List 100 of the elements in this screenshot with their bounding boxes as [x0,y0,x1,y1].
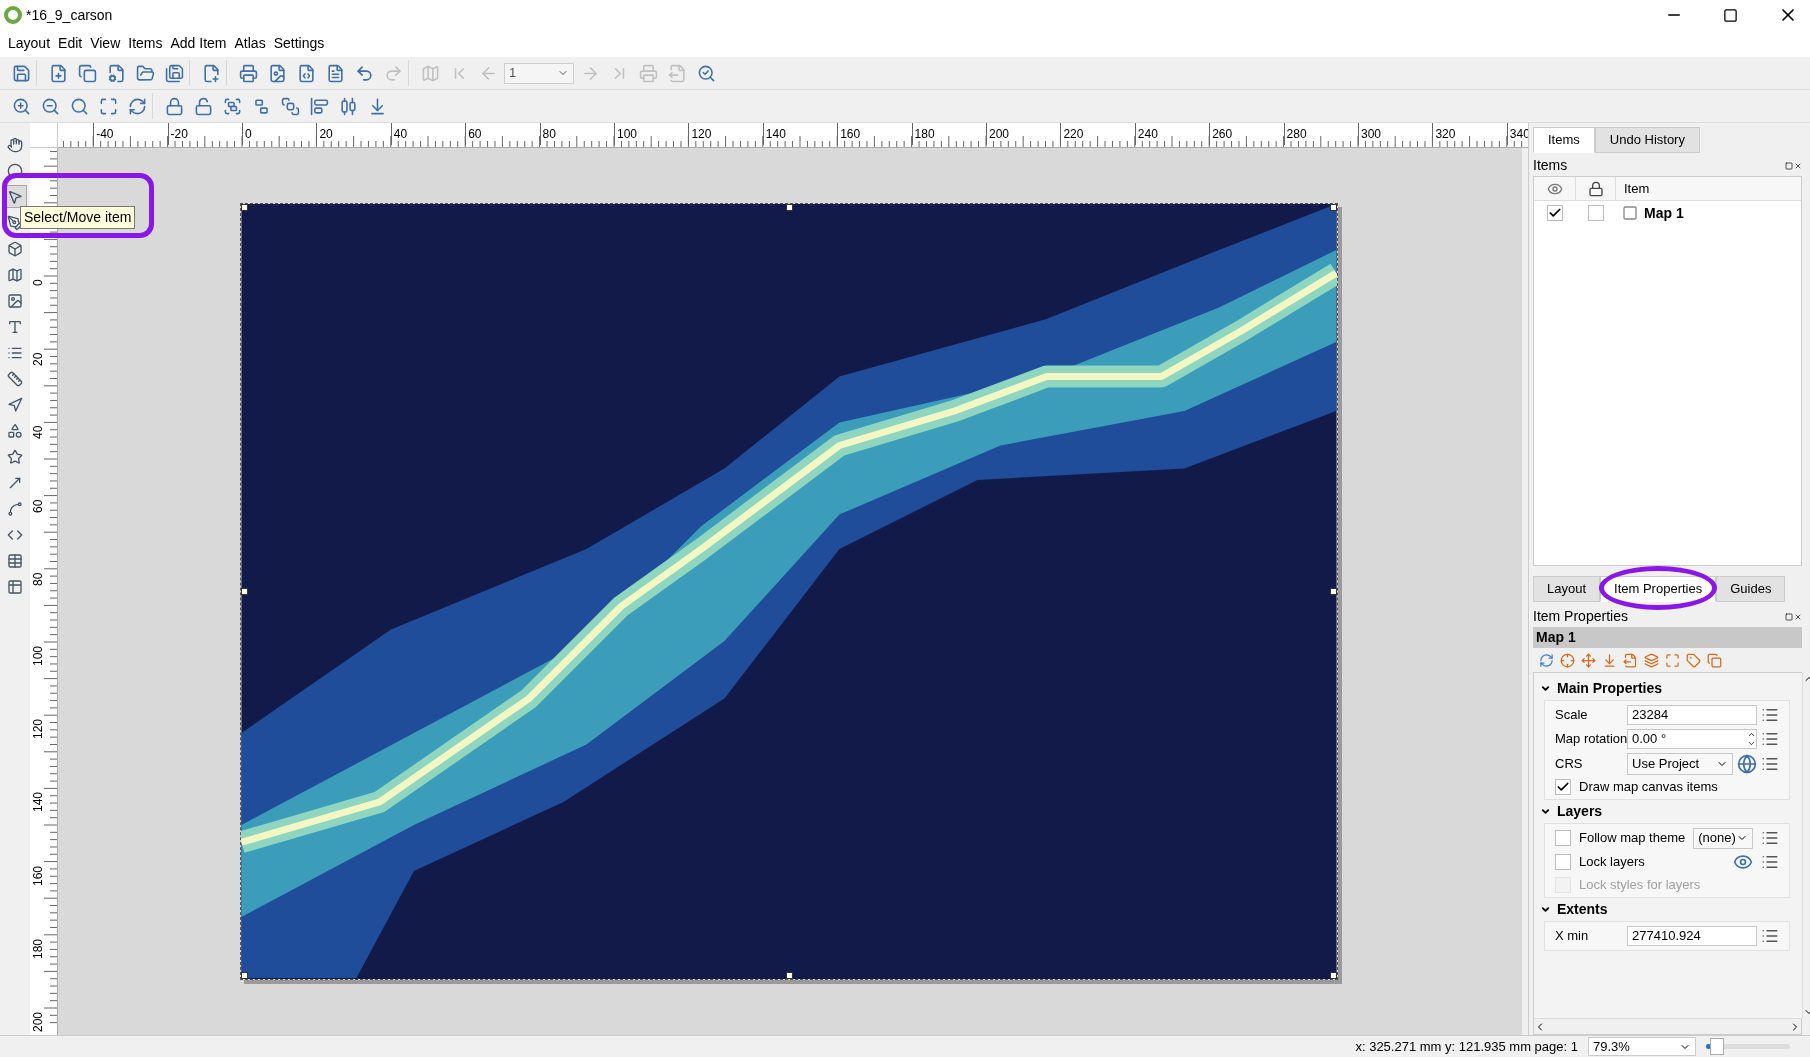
checkbox[interactable] [1555,854,1571,870]
save-icon[interactable] [11,63,31,83]
shapes-icon[interactable] [7,422,23,439]
tooltip: Select/Move item [20,206,136,229]
collapse-icon[interactable] [1540,904,1551,915]
magnifier-icon[interactable] [696,63,716,83]
crs-dropdown[interactable]: Use Project [1627,752,1733,775]
menu-item[interactable]: Add Item [166,33,231,54]
slider-thumb[interactable] [1710,1038,1725,1055]
copy-icon[interactable] [1707,652,1722,668]
save-as-icon[interactable] [164,63,184,83]
hand-icon[interactable] [7,136,23,153]
zoom-combo[interactable]: 79.3% [1588,1037,1696,1056]
add-page-icon[interactable] [201,63,221,83]
float-icon[interactable] [1785,161,1793,170]
resize-handle[interactable] [241,204,248,211]
raise-icon[interactable] [280,96,300,116]
resize-handle[interactable] [785,204,793,211]
grid-table-icon[interactable] [7,578,23,595]
svg-file-icon[interactable] [296,63,316,83]
collapse-icon[interactable] [1540,806,1551,817]
unlock-icon[interactable] [193,96,213,116]
resize-handle[interactable] [1330,972,1337,979]
align-icon[interactable] [309,96,329,116]
picture-icon[interactable] [7,292,23,309]
panel-tab[interactable]: Guides [1716,576,1786,602]
download-icon[interactable] [1602,652,1617,668]
horizontal-scrollbar[interactable] [1534,1018,1801,1034]
north-arrow-icon[interactable] [7,396,23,413]
override-icon[interactable] [1760,927,1779,945]
tag-icon[interactable] [1686,652,1701,668]
map-icon[interactable] [7,266,23,283]
close-icon[interactable] [1794,612,1802,621]
panel-tab[interactable]: Undo History [1594,127,1700,153]
image-file-icon[interactable] [267,63,287,83]
magnifier-icon[interactable] [69,96,89,116]
override-icon[interactable] [1760,730,1779,748]
copy-icon[interactable] [77,63,97,83]
theme-dropdown[interactable]: (none) [1693,827,1753,849]
maximize-icon[interactable] [1723,7,1738,23]
resize-handle[interactable] [785,972,793,979]
refresh-icon[interactable] [127,96,147,116]
collapse-icon[interactable] [1540,683,1551,694]
panel-tab[interactable]: Items [1533,127,1595,153]
table-icon[interactable] [7,552,23,569]
text-field[interactable]: 23284 [1627,705,1757,725]
refresh-icon[interactable] [1539,652,1554,668]
checkbox[interactable] [1555,778,1571,795]
text-field[interactable]: 277410.924 [1627,926,1757,946]
menu-item[interactable]: Items [124,33,167,54]
ruler-label: 120 [31,719,45,740]
undo-icon[interactable] [354,63,374,83]
menu-item[interactable]: View [86,33,125,54]
zoom-full-icon[interactable] [98,96,118,116]
file-settings-icon[interactable] [106,63,126,83]
menu-item[interactable]: Settings [269,33,329,54]
new-file-icon[interactable] [48,63,68,83]
close-icon[interactable] [1794,161,1802,170]
polyline-icon[interactable] [7,500,23,517]
checkbox[interactable] [1555,830,1571,846]
ruler-icon[interactable] [7,370,23,387]
pdf-file-icon[interactable] [325,63,345,83]
resize-handle[interactable] [241,588,248,595]
box-icon[interactable] [7,240,23,257]
group-icon[interactable] [222,96,242,116]
print-icon[interactable] [238,63,258,83]
resize-handle[interactable] [241,972,248,979]
checkbox[interactable] [1588,205,1604,221]
distribute-icon[interactable] [338,96,358,116]
panel-tab[interactable]: Item Properties [1600,576,1717,602]
folder-icon[interactable] [135,63,155,83]
menu-item[interactable]: Atlas [230,33,270,54]
resize-handle[interactable] [1330,588,1337,595]
checkbox-label: Draw map canvas items [1579,777,1718,796]
zoom-full-icon[interactable] [1665,652,1680,668]
override-icon[interactable] [1760,829,1779,847]
float-icon[interactable] [1785,612,1793,621]
spin-field[interactable]: 0.00 ° [1627,729,1757,749]
zoom-in-icon[interactable] [11,96,31,116]
globe-icon[interactable] [1736,753,1757,774]
export-icon[interactable] [1623,652,1638,668]
move-icon[interactable] [1581,652,1596,668]
item-name[interactable]: Map 1 [1644,202,1684,224]
checkbox[interactable] [1547,205,1563,221]
zoom-out-icon[interactable] [40,96,60,116]
lock-icon[interactable] [164,96,184,116]
text-icon[interactable] [7,318,23,335]
panel-tab[interactable]: Layout [1533,576,1601,602]
ruler-label: 140 [762,123,786,145]
menu-item[interactable]: Layout [4,33,55,54]
override-icon[interactable] [1760,706,1779,724]
star-icon[interactable] [7,448,23,465]
resize-handle[interactable] [1330,204,1337,211]
menu-item[interactable]: Edit [54,33,87,54]
crosshair-icon[interactable] [1560,652,1575,668]
override-icon[interactable] [1760,853,1779,871]
eye-icon[interactable] [1732,852,1753,872]
column-header[interactable]: Item [1616,178,1650,199]
layers-icon[interactable] [1644,652,1659,668]
zoom-slider[interactable] [1706,1038,1790,1055]
